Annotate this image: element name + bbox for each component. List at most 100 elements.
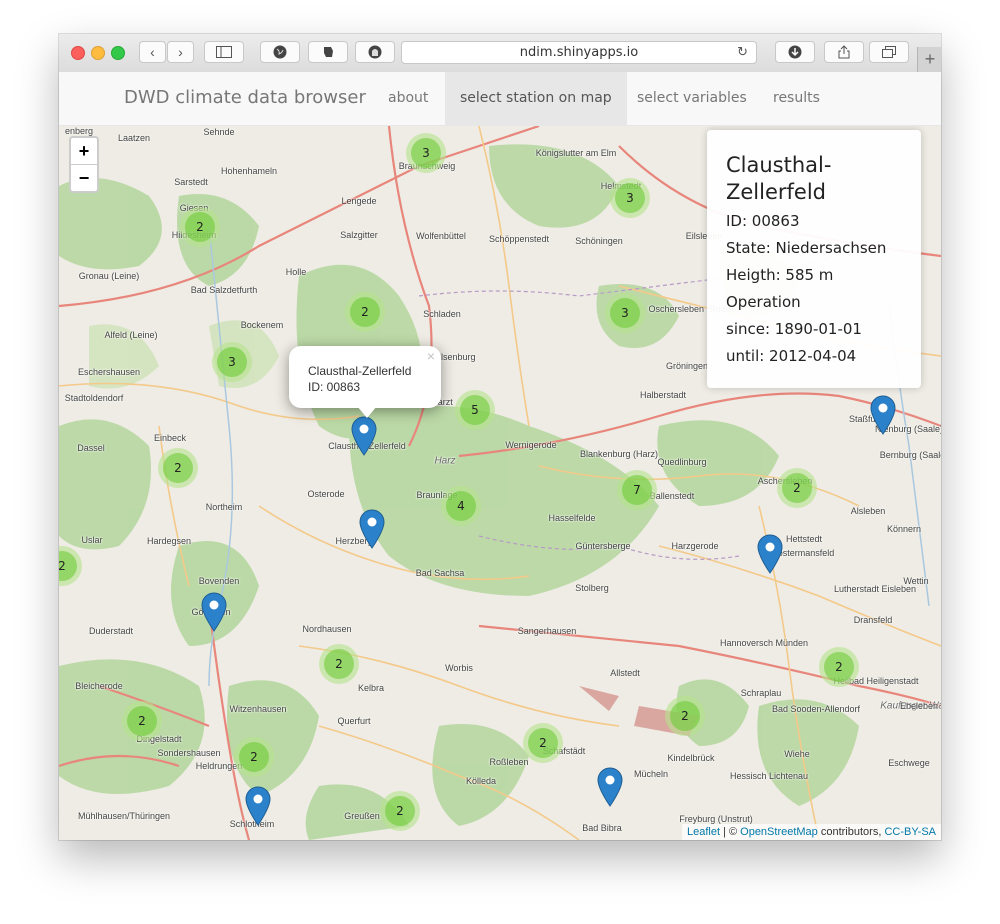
place-label: Hardegsen (146, 536, 192, 546)
station-map[interactable]: enbergLaatzenSehndeBraunschweigKönigslut… (59, 126, 941, 840)
extension-button-evernote[interactable] (308, 41, 348, 63)
station-cluster[interactable]: 4 (441, 486, 481, 526)
station-cluster[interactable]: 2 (665, 696, 705, 736)
place-label: Sangerhausen (517, 626, 577, 636)
station-marker-icon[interactable] (359, 509, 385, 549)
attribution-contrib: contributors, (817, 826, 885, 838)
station-marker-icon[interactable] (870, 395, 896, 435)
place-label: Bad Bibra (582, 823, 622, 833)
station-marker-icon[interactable] (201, 592, 227, 632)
station-cluster[interactable]: 5 (455, 390, 495, 430)
place-label: Laatzen (117, 133, 151, 143)
forward-button[interactable]: › (167, 41, 194, 63)
reload-icon[interactable]: ↻ (737, 45, 748, 60)
place-label: Sondershausen (157, 748, 221, 758)
popup-close-button[interactable]: × (427, 348, 435, 364)
place-label: Schladen (423, 309, 461, 319)
license-link[interactable]: CC-BY-SA (884, 826, 936, 838)
share-icon (838, 45, 850, 59)
globe-icon (273, 45, 287, 59)
place-label: Bad Salzdetfurth (190, 285, 258, 295)
cluster-count: 2 (782, 473, 812, 503)
station-cluster[interactable]: 2 (819, 647, 859, 687)
place-label: Lutherstadt Eisleben (833, 584, 917, 594)
station-cluster[interactable]: 2 (122, 701, 162, 741)
station-cluster[interactable]: 2 (380, 791, 420, 831)
place-label: Kelbra (357, 683, 385, 693)
station-cluster[interactable]: 2 (523, 723, 563, 763)
station-cluster[interactable]: 3 (406, 133, 446, 173)
zoom-in-button[interactable]: + (71, 138, 97, 165)
place-label: Bernburg (Saale) (879, 450, 941, 460)
elephant-icon (324, 47, 333, 57)
place-label: Nordhausen (302, 624, 352, 634)
station-cluster[interactable]: 3 (212, 342, 252, 382)
place-label: Hohenhameln (220, 166, 278, 176)
nav-select-station[interactable]: select station on map (445, 72, 627, 125)
new-tab-button[interactable]: + (917, 47, 941, 72)
station-marker-icon[interactable] (757, 534, 783, 574)
station-cluster[interactable]: 2 (777, 468, 817, 508)
station-marker-icon[interactable] (597, 767, 623, 807)
place-label: Kölleda (465, 776, 497, 786)
minimize-window-button[interactable] (91, 46, 105, 60)
extension-button-globe[interactable] (260, 41, 300, 63)
cluster-count: 2 (163, 453, 193, 483)
share-button[interactable] (824, 41, 864, 63)
place-label: Halberstadt (639, 390, 687, 400)
tabs-overview-button[interactable] (869, 41, 909, 63)
place-label: Harz (434, 455, 456, 467)
chevron-left-icon: ‹ (150, 44, 155, 60)
back-button[interactable]: ‹ (139, 41, 166, 63)
station-since: since: 1890-01-01 (726, 320, 862, 338)
app-brand[interactable]: DWD climate data browser (124, 87, 366, 108)
place-label: Hannoversch Münden (719, 638, 809, 648)
place-label: Dassel (77, 443, 105, 453)
station-cluster[interactable]: 3 (605, 293, 645, 333)
place-label: Mühlhausen/Thüringen (77, 811, 171, 821)
station-marker-icon[interactable] (351, 416, 377, 456)
station-cluster[interactable]: 2 (158, 448, 198, 488)
nav-results[interactable]: results (758, 72, 835, 125)
extension-button-ghostery[interactable] (355, 41, 395, 63)
station-cluster[interactable]: 7 (617, 470, 657, 510)
cluster-count: 7 (622, 475, 652, 505)
place-label: Holle (285, 267, 307, 277)
zoom-window-button[interactable] (111, 46, 125, 60)
downloads-button[interactable] (775, 41, 815, 63)
station-popup: × Clausthal-Zellerfeld ID: 00863 (289, 346, 441, 418)
popup-station-name: Clausthal-Zellerfeld (308, 364, 412, 378)
leaflet-link[interactable]: Leaflet (687, 826, 720, 838)
station-cluster[interactable]: 2 (319, 644, 359, 684)
station-id: ID: 00863 (726, 212, 800, 230)
zoom-control: + − (69, 136, 99, 193)
app-navbar: DWD climate data browser about select st… (59, 72, 941, 126)
station-cluster[interactable]: 2 (345, 292, 385, 332)
close-window-button[interactable] (71, 46, 85, 60)
station-cluster[interactable]: 2 (234, 737, 274, 777)
zoom-out-button[interactable]: − (71, 165, 97, 191)
station-marker-icon[interactable] (245, 786, 271, 826)
nav-select-variables[interactable]: select variables (622, 72, 762, 125)
sidebar-button[interactable] (204, 41, 244, 63)
station-title: Clausthal-Zellerfeld (726, 153, 832, 204)
browser-window: ‹ › ndim.shinyapps.io ↻ + DWD climate da (59, 34, 941, 840)
osm-link[interactable]: OpenStreetMap (740, 826, 818, 838)
address-bar[interactable]: ndim.shinyapps.io ↻ (401, 41, 757, 64)
cluster-count: 4 (446, 491, 476, 521)
tabs-icon (882, 46, 896, 58)
station-cluster[interactable]: 3 (610, 178, 650, 218)
cluster-count: 2 (239, 742, 269, 772)
cluster-count: 2 (670, 701, 700, 731)
place-label: Witzenhausen (229, 704, 287, 714)
place-label: Duderstadt (88, 626, 134, 636)
place-label: Freyburg (Unstrut) (679, 814, 753, 824)
cluster-count: 2 (824, 652, 854, 682)
place-label: Sarstedt (174, 177, 208, 187)
cluster-count: 3 (610, 298, 640, 328)
station-cluster[interactable]: 2 (180, 207, 220, 247)
cluster-count: 2 (350, 297, 380, 327)
cluster-count: 2 (528, 728, 558, 758)
nav-about[interactable]: about (373, 72, 443, 125)
cluster-count: 2 (385, 796, 415, 826)
